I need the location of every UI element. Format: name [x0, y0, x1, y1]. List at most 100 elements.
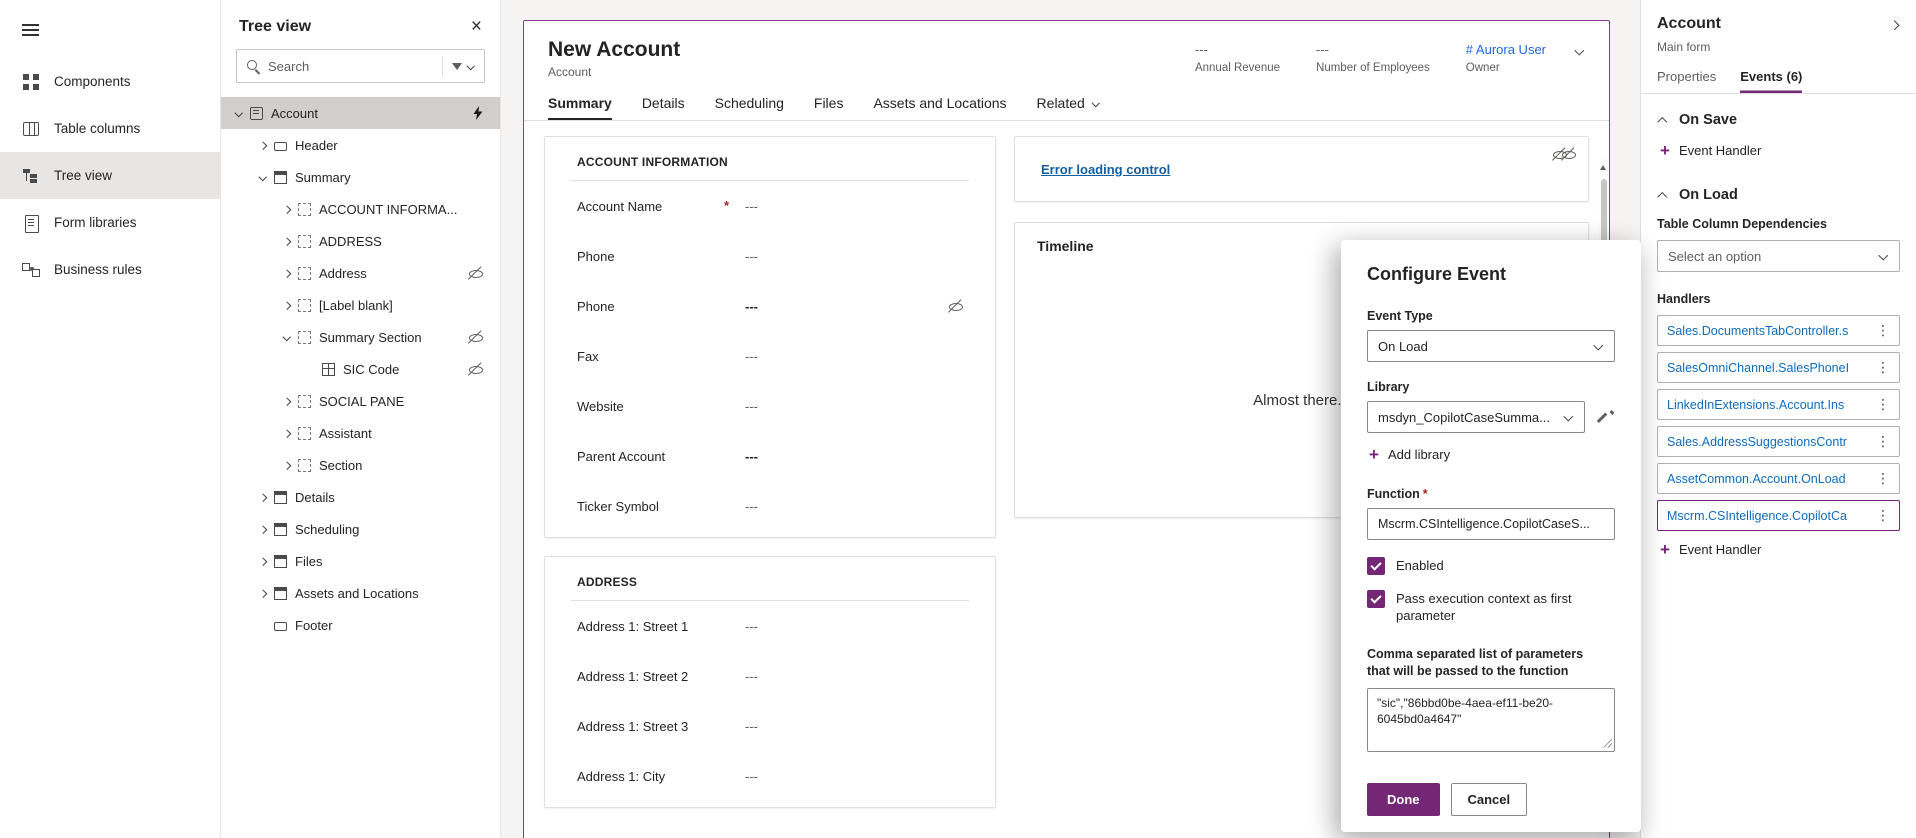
edit-library-icon[interactable] — [1599, 409, 1615, 425]
more-options-icon[interactable]: ⋮ — [1871, 359, 1895, 376]
on-load-section-header[interactable]: On Load — [1657, 187, 1900, 203]
header-collapse-chevron-icon[interactable] — [1574, 46, 1585, 57]
tree-item-assistant[interactable]: Assistant — [221, 417, 500, 449]
tab-events-6[interactable]: Events (6) — [1740, 69, 1802, 93]
address-section[interactable]: ADDRESS Address 1: Street 1 --- Address 1:… — [544, 556, 996, 808]
cancel-button[interactable]: Cancel — [1450, 783, 1528, 816]
chevron-right-icon[interactable] — [277, 397, 296, 406]
chevron-right-icon[interactable] — [253, 141, 272, 150]
chevron-right-icon[interactable] — [277, 269, 296, 278]
sidebar-item-components[interactable]: Components — [0, 58, 220, 105]
tree-item-account[interactable]: Account — [221, 97, 500, 129]
tab-details[interactable]: Details — [642, 95, 685, 120]
required-asterisk: * — [723, 197, 729, 213]
tree-item-footer[interactable]: Footer — [221, 609, 500, 641]
sidebar-item-business-rules[interactable]: Business rules — [0, 246, 220, 293]
tree-item-details[interactable]: Details — [221, 481, 500, 513]
sidebar-item-tree-view[interactable]: Tree view — [0, 152, 220, 199]
sidebar-item-form-libraries[interactable]: Form libraries — [0, 199, 220, 246]
pass-context-checkbox-row[interactable]: Pass execution context as first paramete… — [1367, 590, 1615, 625]
chevron-right-icon[interactable] — [253, 493, 272, 502]
form-field-address-1-street-1[interactable]: Address 1: Street 1 --- — [571, 601, 969, 651]
event-handler-item[interactable]: AssetCommon.Account.OnLoad ⋮ — [1657, 463, 1900, 494]
chevron-right-icon[interactable] — [253, 589, 272, 598]
function-input[interactable] — [1367, 508, 1615, 540]
form-field-address-1-city[interactable]: Address 1: City --- — [571, 751, 969, 801]
stat-value[interactable]: # Aurora User — [1466, 42, 1546, 57]
tree-item-address[interactable]: Address — [221, 257, 500, 289]
chevron-right-icon[interactable] — [277, 237, 296, 246]
tree-item-summary-section[interactable]: Summary Section — [221, 321, 500, 353]
sidebar-item-table-columns[interactable]: Table columns — [0, 105, 220, 152]
tree-item-assets-and-locations[interactable]: Assets and Locations — [221, 577, 500, 609]
table-column-dependencies-select[interactable]: Select an option — [1657, 240, 1900, 272]
event-handler-item[interactable]: Mscrm.CSIntelligence.CopilotCa ⋮ — [1657, 500, 1900, 531]
tree-item-header[interactable]: Header — [221, 129, 500, 161]
on-save-section-header[interactable]: On Save — [1657, 112, 1900, 128]
tree-item-account-informa[interactable]: ACCOUNT INFORMA... — [221, 193, 500, 225]
library-select[interactable]: msdyn_CopilotCaseSumma... — [1367, 401, 1585, 433]
tree-item-address[interactable]: ADDRESS — [221, 225, 500, 257]
event-type-select[interactable]: On Load — [1367, 330, 1615, 362]
more-options-icon[interactable]: ⋮ — [1871, 470, 1895, 487]
chevron-right-icon[interactable] — [277, 429, 296, 438]
chevron-down-icon[interactable] — [277, 333, 296, 342]
form-field-phone[interactable]: Phone --- — [571, 281, 969, 331]
error-loading-link[interactable]: Error loading control — [1041, 162, 1170, 177]
tree-item-scheduling[interactable]: Scheduling — [221, 513, 500, 545]
more-options-icon[interactable]: ⋮ — [1871, 507, 1895, 524]
chevron-right-icon[interactable] — [253, 557, 272, 566]
more-options-icon[interactable]: ⋮ — [1871, 433, 1895, 450]
chevron-down-icon[interactable] — [229, 109, 248, 118]
checkbox-checked-icon[interactable] — [1367, 557, 1385, 575]
chevron-down-icon[interactable] — [253, 173, 272, 182]
form-field-fax[interactable]: Fax --- — [571, 331, 969, 381]
tab-assets-and-locations[interactable]: Assets and Locations — [873, 95, 1006, 120]
tab-files[interactable]: Files — [814, 95, 844, 120]
account-information-section[interactable]: ACCOUNT INFORMATION Account Name * --- Phon… — [544, 136, 996, 538]
form-field-website[interactable]: Website --- — [571, 381, 969, 431]
close-icon[interactable]: × — [471, 17, 482, 36]
scroll-up-arrow-icon[interactable] — [1600, 165, 1606, 170]
more-options-icon[interactable]: ⋮ — [1871, 396, 1895, 413]
form-field-ticker-symbol[interactable]: Ticker Symbol --- — [571, 481, 969, 531]
chevron-right-icon[interactable] — [253, 525, 272, 534]
search-input[interactable] — [268, 58, 435, 74]
collapse-panel-icon[interactable] — [1889, 19, 1900, 30]
chevron-right-icon[interactable] — [277, 205, 296, 214]
parameters-textarea[interactable]: "sic","86bbd0be-4aea-ef11-be20-6045bd0a4… — [1367, 687, 1615, 752]
chevron-right-icon[interactable] — [277, 461, 296, 470]
tree-item-label-blank[interactable]: [Label blank] — [221, 289, 500, 321]
checkbox-checked-icon[interactable] — [1367, 590, 1385, 608]
tree-item-summary[interactable]: Summary — [221, 161, 500, 193]
form-field-address-1-street-3[interactable]: Address 1: Street 3 --- — [571, 701, 969, 751]
error-card[interactable]: Error loading control — [1014, 136, 1589, 202]
tree-item-section[interactable]: Section — [221, 449, 500, 481]
tree-item-sic-code[interactable]: SIC Code — [221, 353, 500, 385]
add-event-handler-button[interactable]: + Event Handler — [1660, 541, 1900, 558]
form-field-phone[interactable]: Phone --- — [571, 231, 969, 281]
event-handler-item[interactable]: Sales.DocumentsTabController.s ⋮ — [1657, 315, 1900, 346]
tree-item-social-pane[interactable]: SOCIAL PANE — [221, 385, 500, 417]
done-button[interactable]: Done — [1367, 783, 1440, 816]
tree-item-files[interactable]: Files — [221, 545, 500, 577]
search-box[interactable] — [236, 49, 485, 83]
event-handler-item[interactable]: SalesOmniChannel.SalesPhoneI ⋮ — [1657, 352, 1900, 383]
event-handler-item[interactable]: LinkedInExtensions.Account.Ins ⋮ — [1657, 389, 1900, 420]
form-field-address-1-street-2[interactable]: Address 1: Street 2 --- — [571, 651, 969, 701]
plus-icon: + — [1369, 445, 1379, 464]
chevron-right-icon[interactable] — [277, 301, 296, 310]
more-options-icon[interactable]: ⋮ — [1871, 322, 1895, 339]
add-library-button[interactable]: + Add library — [1369, 446, 1615, 463]
hamburger-menu-button[interactable] — [0, 12, 220, 48]
tab-related[interactable]: Related — [1037, 95, 1100, 120]
tab-properties[interactable]: Properties — [1657, 69, 1716, 93]
enabled-checkbox-row[interactable]: Enabled — [1367, 557, 1615, 575]
form-field-account-name[interactable]: Account Name * --- — [571, 181, 969, 231]
event-handler-item[interactable]: Sales.AddressSuggestionsContr ⋮ — [1657, 426, 1900, 457]
tab-summary[interactable]: Summary — [548, 95, 612, 120]
filter-button[interactable] — [442, 56, 475, 76]
form-field-parent-account[interactable]: Parent Account --- — [571, 431, 969, 481]
add-event-handler-button[interactable]: + Event Handler — [1660, 142, 1900, 159]
tab-scheduling[interactable]: Scheduling — [715, 95, 784, 120]
